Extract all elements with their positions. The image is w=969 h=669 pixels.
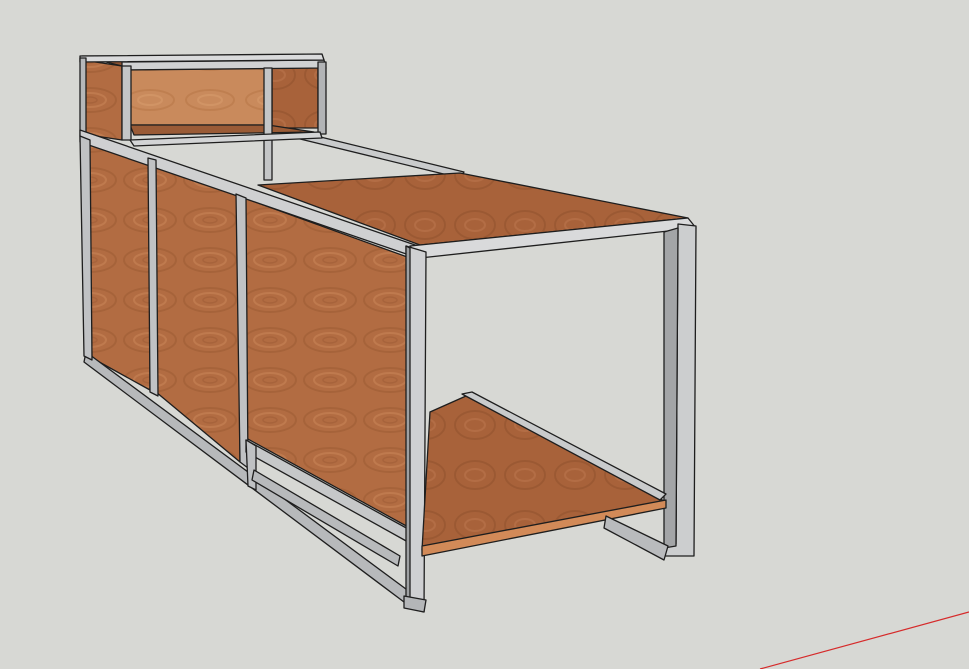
side-panel-1	[87, 141, 151, 391]
frame-rail-back-top	[295, 131, 465, 179]
upper-frame-post-mid	[263, 67, 273, 181]
upper-frame-top-back	[79, 53, 325, 63]
upper-right-panel	[271, 65, 319, 129]
frame-post-a	[147, 157, 159, 397]
frame-rail-bottom-right	[603, 515, 669, 561]
upper-frame-post-back	[79, 57, 87, 137]
upper-frame-post-left	[121, 65, 132, 141]
frame-post-back-left	[79, 135, 93, 361]
upper-frame-post-right	[317, 61, 327, 135]
upper-left-panel	[81, 59, 123, 141]
cabinet-model	[79, 53, 697, 613]
upper-back-panel	[129, 67, 269, 126]
lower-bay-post	[245, 439, 257, 491]
3d-viewport[interactable]	[0, 0, 969, 669]
frame-post-front-left-side	[405, 245, 411, 607]
red-axis-line	[759, 611, 969, 669]
